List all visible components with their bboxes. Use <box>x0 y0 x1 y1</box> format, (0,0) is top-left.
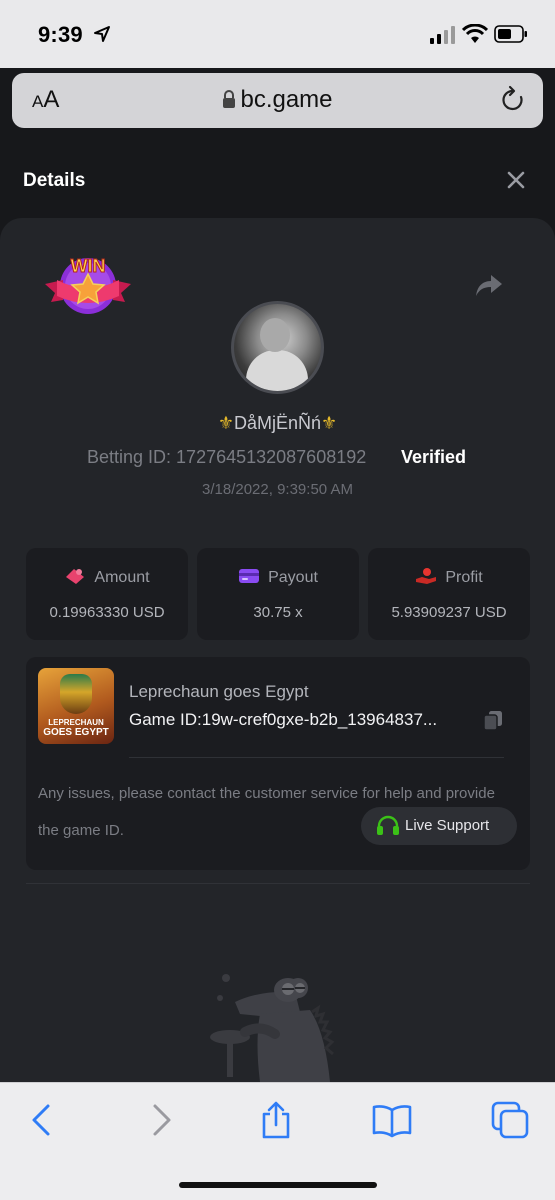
back-icon[interactable] <box>22 1100 62 1140</box>
stat-amount-label: Amount <box>94 569 150 586</box>
stat-amount: Amount 0.19963330 USD <box>26 548 188 640</box>
share-icon[interactable] <box>474 272 504 298</box>
profit-hand-icon <box>416 568 437 584</box>
game-thumbnail[interactable]: LEPRECHAUN GOES EGYPT <box>38 668 114 744</box>
betting-id: Betting ID: 1727645132087608192 <box>87 447 367 467</box>
bookmarks-icon[interactable] <box>372 1100 412 1140</box>
reload-icon[interactable] <box>499 85 527 115</box>
close-icon[interactable] <box>505 169 527 191</box>
tabs-icon[interactable] <box>490 1100 530 1140</box>
ios-status-bar: 9:39 <box>0 0 555 68</box>
url-text: bc.game <box>240 86 333 113</box>
copy-icon[interactable] <box>482 709 504 731</box>
win-badge-icon: WIN <box>45 256 131 314</box>
stat-profit-value: 5.93909237 USD <box>391 604 507 621</box>
home-indicator <box>179 1182 377 1188</box>
stat-payout-label: Payout <box>268 569 318 586</box>
stat-profit: Profit 5.93909237 USD <box>368 548 530 640</box>
status-time: 9:39 <box>38 22 83 47</box>
fleur-de-lis-icon: ⚜ <box>321 413 338 433</box>
fleur-de-lis-icon: ⚜ <box>217 413 234 433</box>
url-display[interactable]: bc.game <box>12 86 543 114</box>
verified-badge: Verified <box>401 447 467 467</box>
stat-amount-value: 0.19963330 USD <box>49 604 165 621</box>
payout-card-icon <box>239 569 260 583</box>
bet-timestamp: 3/18/2022, 9:39:50 AM <box>202 481 353 498</box>
lock-icon <box>222 87 236 108</box>
stat-profit-label: Profit <box>445 569 483 586</box>
game-id: Game ID:19w-cref0gxe-b2b_13964837... <box>129 710 438 729</box>
avatar <box>231 301 324 394</box>
divider <box>129 757 504 758</box>
cellular-signal-icon <box>430 26 455 44</box>
location-arrow-icon <box>94 26 110 42</box>
username: ⚜DåMjËnÑń⚜ <box>0 413 555 434</box>
share-sheet-icon[interactable] <box>256 1100 296 1140</box>
stat-payout: Payout 30.75 x <box>197 548 359 640</box>
page-title: Details <box>23 170 86 191</box>
username-text: DåMjËnÑń <box>233 413 322 433</box>
game-name[interactable]: Leprechaun goes Egypt <box>129 682 309 702</box>
amount-icon <box>66 569 85 584</box>
safari-url-bar[interactable]: AA bc.game <box>12 73 543 128</box>
stat-payout-value: 30.75 x <box>253 604 303 621</box>
headset-icon <box>377 815 399 835</box>
live-support-button[interactable]: Live Support <box>361 807 517 845</box>
battery-icon <box>494 25 527 43</box>
crocodile-mascot-icon <box>210 974 335 1082</box>
live-support-label: Live Support <box>405 817 490 834</box>
win-badge-text: WIN <box>71 256 106 276</box>
wifi-icon <box>462 24 488 43</box>
forward-icon[interactable] <box>141 1100 181 1140</box>
divider <box>26 883 530 884</box>
